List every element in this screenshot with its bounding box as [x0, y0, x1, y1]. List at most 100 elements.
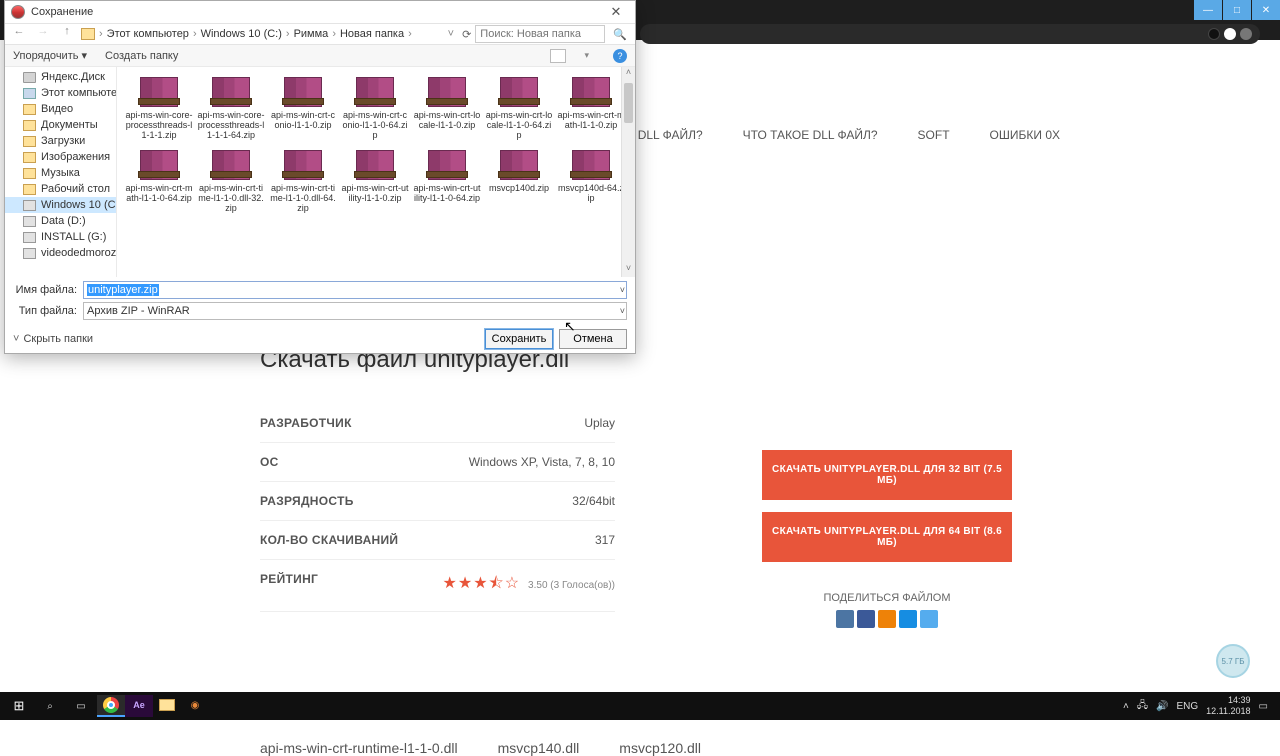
nav-up-icon[interactable]: ↑	[57, 25, 77, 43]
volume-icon[interactable]: 🔊	[1156, 701, 1168, 712]
file-name: msvcp140d.zip	[485, 183, 553, 193]
tree-item[interactable]: Windows 10 (C:)	[5, 197, 116, 213]
nav-forward-icon[interactable]: →	[33, 25, 53, 43]
tray-overflow-icon[interactable]: ˄	[1123, 701, 1129, 712]
related-link[interactable]: msvcp140.dll	[498, 740, 580, 756]
ok-icon[interactable]	[878, 610, 896, 628]
file-item[interactable]: api-ms-win-crt-conio-l1-1-0-64.zip	[341, 71, 409, 140]
related-link[interactable]: msvcp120.dll	[619, 740, 701, 756]
help-icon[interactable]: ?	[613, 49, 627, 63]
tree-item-label: Data (D:)	[41, 215, 86, 227]
breadcrumb[interactable]: Этот компьютер	[107, 28, 189, 40]
nav-back-icon[interactable]: ←	[9, 25, 29, 43]
browser-url-bar[interactable]	[640, 24, 1260, 44]
save-button[interactable]: Сохранить	[485, 329, 553, 349]
tree-item[interactable]: Рабочий стол	[5, 181, 116, 197]
tree-item[interactable]: videodedmoroz	[5, 245, 116, 261]
file-item[interactable]: api-ms-win-crt-time-l1-1-0.dll-64.zip	[269, 144, 337, 213]
file-pane[interactable]: api-ms-win-core-processthreads-l1-1-1.zi…	[117, 67, 635, 277]
hide-folders-link[interactable]: Скрыть папки	[23, 333, 93, 345]
breadcrumb[interactable]: Новая папка	[340, 28, 404, 40]
new-folder-button[interactable]: Создать папку	[105, 50, 178, 62]
nav-link[interactable]: ОШИБКИ 0X	[990, 128, 1060, 142]
folder-icon	[23, 248, 36, 259]
file-item[interactable]: api-ms-win-crt-conio-l1-1-0.zip	[269, 71, 337, 140]
filetype-select[interactable]: Архив ZIP - WinRAR˅	[83, 302, 627, 320]
tree-item[interactable]: Этот компьютер	[5, 85, 116, 101]
file-item[interactable]: api-ms-win-crt-math-l1-1-0-64.zip	[125, 144, 193, 213]
folder-icon	[23, 72, 36, 83]
start-button[interactable]: ⊞	[4, 694, 34, 718]
chevron-down-icon[interactable]: ˅	[620, 285, 625, 295]
language-indicator[interactable]: ENG	[1176, 701, 1198, 712]
search-input[interactable]	[475, 25, 605, 43]
file-item[interactable]: api-ms-win-crt-locale-l1-1-0.zip	[413, 71, 481, 140]
file-item[interactable]: msvcp140d-64.zip	[557, 144, 625, 213]
tw-icon[interactable]	[920, 610, 938, 628]
scroll-down-icon[interactable]: ˅	[622, 263, 635, 277]
tree-item[interactable]: Видео	[5, 101, 116, 117]
file-item[interactable]: api-ms-win-core-processthreads-l1-1-1.zi…	[125, 71, 193, 140]
file-item[interactable]: api-ms-win-crt-utility-l1-1-0-64.zip	[413, 144, 481, 213]
archive-icon	[356, 77, 394, 107]
win-minimize[interactable]: —	[1194, 0, 1222, 20]
cancel-button[interactable]: Отмена	[559, 329, 627, 349]
related-link[interactable]: api-ms-win-crt-runtime-l1-1-0.dll	[260, 740, 458, 756]
mail-icon[interactable]	[899, 610, 917, 628]
clock[interactable]: 14:3912.11.2018	[1206, 695, 1250, 717]
folder-tree[interactable]: Яндекс.Диск Этот компьютер ВидеоДокументыЗ…	[5, 67, 117, 277]
aftereffects-taskbar-icon[interactable]: Ae	[125, 695, 153, 717]
taskview-icon[interactable]: ▭	[66, 694, 96, 718]
nav-link[interactable]: ЧТО ТАКОЕ DLL ФАЙЛ?	[743, 128, 878, 142]
app-taskbar-icon[interactable]: ◉	[181, 695, 209, 717]
search-taskbar-icon[interactable]: ⌕	[35, 694, 65, 718]
close-icon[interactable]: ✕	[603, 4, 629, 20]
tree-item[interactable]: Документы	[5, 117, 116, 133]
view-mode-button[interactable]	[550, 49, 566, 63]
breadcrumb[interactable]: Римма	[294, 28, 329, 40]
tree-item[interactable]: Загрузки	[5, 133, 116, 149]
breadcrumb[interactable]: Windows 10 (C:)	[201, 28, 282, 40]
chrome-taskbar-icon[interactable]	[97, 695, 125, 717]
fb-icon[interactable]	[857, 610, 875, 628]
scrollbar[interactable]: ˄ ˅	[621, 67, 635, 277]
floating-badge[interactable]: 5.7 ГБ	[1216, 644, 1250, 678]
tree-item[interactable]: INSTALL (G:)	[5, 229, 116, 245]
chevron-down-icon[interactable]: ˅	[13, 333, 19, 345]
explorer-taskbar-icon[interactable]	[153, 695, 181, 717]
organize-menu[interactable]: Упорядочить ▾	[13, 49, 87, 62]
notifications-icon[interactable]: ▭	[1259, 701, 1268, 712]
download-32bit-button[interactable]: СКАЧАТЬ UNITYPLAYER.DLL ДЛЯ 32 BIT (7.5 …	[762, 450, 1012, 500]
file-item[interactable]: api-ms-win-core-processthreads-l1-1-1-64…	[197, 71, 265, 140]
vk-icon[interactable]	[836, 610, 854, 628]
win-close[interactable]: ✕	[1252, 0, 1280, 20]
folder-icon	[23, 120, 36, 131]
dialog-titlebar[interactable]: Сохранение ✕	[5, 1, 635, 23]
system-tray[interactable]: ˄ 🖧 🔊 ENG 14:3912.11.2018 ▭	[1123, 695, 1276, 717]
rating-stars[interactable]: ★★★⯪☆3.50 (3 Голоса(ов))	[443, 572, 615, 599]
refresh-icon[interactable]: ⟳	[462, 28, 471, 41]
scroll-thumb[interactable]	[624, 83, 633, 123]
network-icon[interactable]: 🖧	[1137, 698, 1148, 715]
tree-item[interactable]: Изображения	[5, 149, 116, 165]
tree-item-label: videodedmoroz	[41, 247, 116, 259]
chevron-down-icon[interactable]: ˅	[448, 28, 454, 40]
file-item[interactable]: api-ms-win-crt-utility-l1-1-0.zip	[341, 144, 409, 213]
taskbar[interactable]: ⊞ ⌕ ▭ Ae ◉ ˄ 🖧 🔊 ENG 14:3912.11.2018 ▭	[0, 692, 1280, 720]
tree-item[interactable]: Data (D:)	[5, 213, 116, 229]
archive-icon	[356, 150, 394, 180]
search-icon[interactable]: 🔍	[613, 28, 627, 41]
tree-item-label: Этот компьютер	[41, 87, 117, 99]
file-item[interactable]: msvcp140d.zip	[485, 144, 553, 213]
file-item[interactable]: api-ms-win-crt-math-l1-1-0.zip	[557, 71, 625, 140]
file-item[interactable]: api-ms-win-crt-time-l1-1-0.dll-32.zip	[197, 144, 265, 213]
tree-item[interactable]: Музыка	[5, 165, 116, 181]
chevron-down-icon[interactable]: ˅	[620, 306, 625, 316]
nav-link[interactable]: SOFT	[918, 128, 950, 142]
tree-item[interactable]: Яндекс.Диск	[5, 69, 116, 85]
filename-input[interactable]: unityplayer.zip˅	[83, 281, 627, 299]
scroll-up-icon[interactable]: ˄	[622, 67, 635, 81]
file-item[interactable]: api-ms-win-crt-locale-l1-1-0-64.zip	[485, 71, 553, 140]
download-64bit-button[interactable]: СКАЧАТЬ UNITYPLAYER.DLL ДЛЯ 64 BIT (8.6 …	[762, 512, 1012, 562]
win-maximize[interactable]: □	[1223, 0, 1251, 20]
